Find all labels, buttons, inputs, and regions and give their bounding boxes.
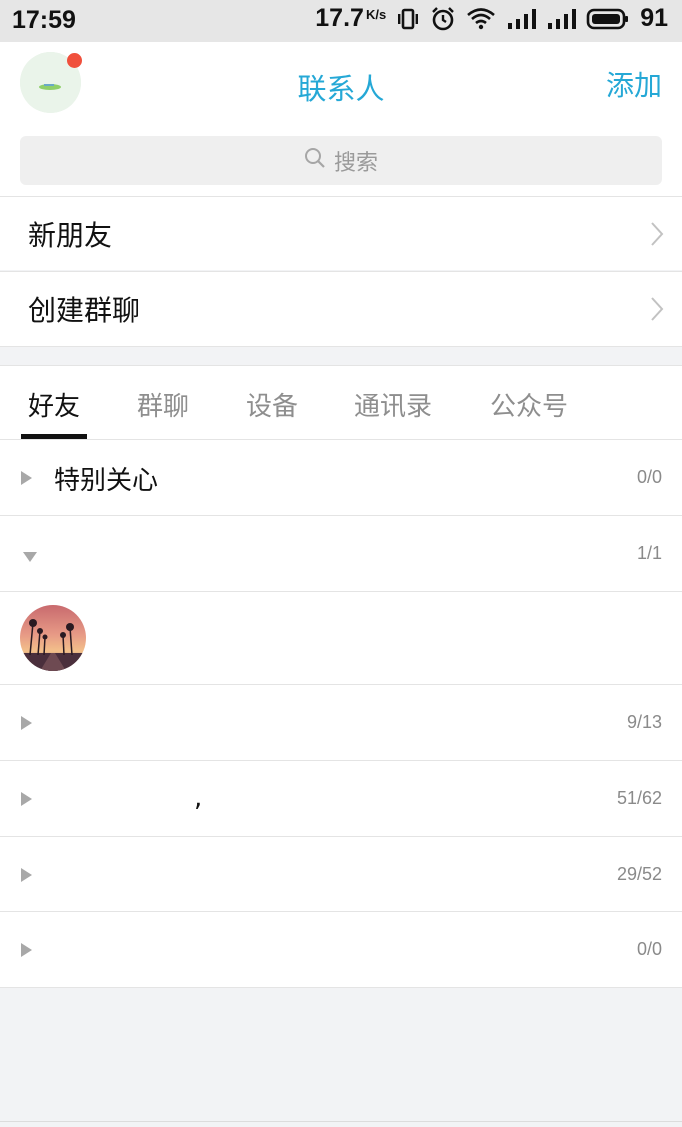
contact-row[interactable]	[0, 591, 682, 684]
tab-group-chats[interactable]: 群聊	[137, 386, 189, 423]
search-icon	[304, 147, 326, 175]
tab-devices[interactable]: 设备	[246, 386, 298, 423]
signal-icon	[546, 8, 577, 30]
network-speed-unit: K/s	[365, 7, 387, 22]
expand-triangle-icon	[20, 867, 34, 887]
chevron-right-icon	[650, 221, 664, 251]
create-group-chat-row[interactable]: 创建群聊	[0, 271, 682, 347]
group-online-count: 51/62	[616, 788, 662, 808]
search-placeholder: 搜索	[333, 150, 378, 176]
network-speed-value: 17.7	[315, 4, 364, 32]
friend-group-row[interactable]: , 51/62	[0, 760, 682, 836]
add-button[interactable]: 添加	[606, 64, 662, 104]
search-input[interactable]: 搜索	[20, 136, 662, 185]
header: 联系人 添加 搜索	[0, 42, 682, 196]
alarm-icon	[430, 6, 456, 32]
new-friends-label: 新朋友	[28, 218, 113, 252]
status-time: 17:59	[12, 6, 76, 34]
group-online-count: 1/1	[636, 543, 662, 563]
signal-icon	[506, 8, 537, 30]
friend-group-row[interactable]: 特别关心 0/0	[0, 439, 682, 515]
status-bar: 17:59 17.7 K/s 91	[0, 0, 682, 42]
contact-tabs: 好友 群聊 设备 通讯录 公众号	[0, 365, 682, 439]
tab-friends[interactable]: 好友	[28, 386, 80, 423]
tab-official-accounts[interactable]: 公众号	[490, 386, 568, 423]
group-online-count: 9/13	[626, 712, 662, 732]
expand-triangle-icon	[20, 942, 34, 962]
divider	[0, 1121, 682, 1122]
group-name: ,	[194, 783, 203, 813]
expand-triangle-icon	[20, 470, 34, 490]
battery-level: 91	[640, 4, 668, 32]
divider	[0, 987, 682, 988]
network-speed: 17.7 K/s	[315, 4, 386, 33]
friend-group-row[interactable]: 1/1	[0, 515, 682, 591]
collapse-triangle-icon	[22, 548, 38, 567]
contact-avatar	[20, 605, 86, 671]
status-icons: 17.7 K/s 91	[315, 4, 668, 33]
friend-group-row[interactable]: 29/52	[0, 836, 682, 912]
expand-triangle-icon	[20, 715, 34, 735]
page-title: 联系人	[297, 72, 385, 106]
battery-icon	[586, 7, 630, 31]
wifi-icon	[466, 7, 496, 31]
tab-address-book[interactable]: 通讯录	[354, 386, 432, 423]
group-online-count: 0/0	[636, 939, 662, 959]
group-online-count: 0/0	[636, 467, 662, 487]
create-group-chat-label: 创建群聊	[28, 294, 141, 327]
friend-group-row[interactable]: 0/0	[0, 911, 682, 987]
expand-triangle-icon	[20, 791, 34, 811]
group-online-count: 29/52	[616, 864, 662, 884]
group-name: 特别关心	[54, 466, 159, 496]
chevron-right-icon	[650, 296, 664, 326]
friend-group-row[interactable]: 9/13	[0, 684, 682, 760]
new-friends-row[interactable]: 新朋友	[0, 196, 682, 270]
vibrate-icon	[396, 7, 420, 31]
